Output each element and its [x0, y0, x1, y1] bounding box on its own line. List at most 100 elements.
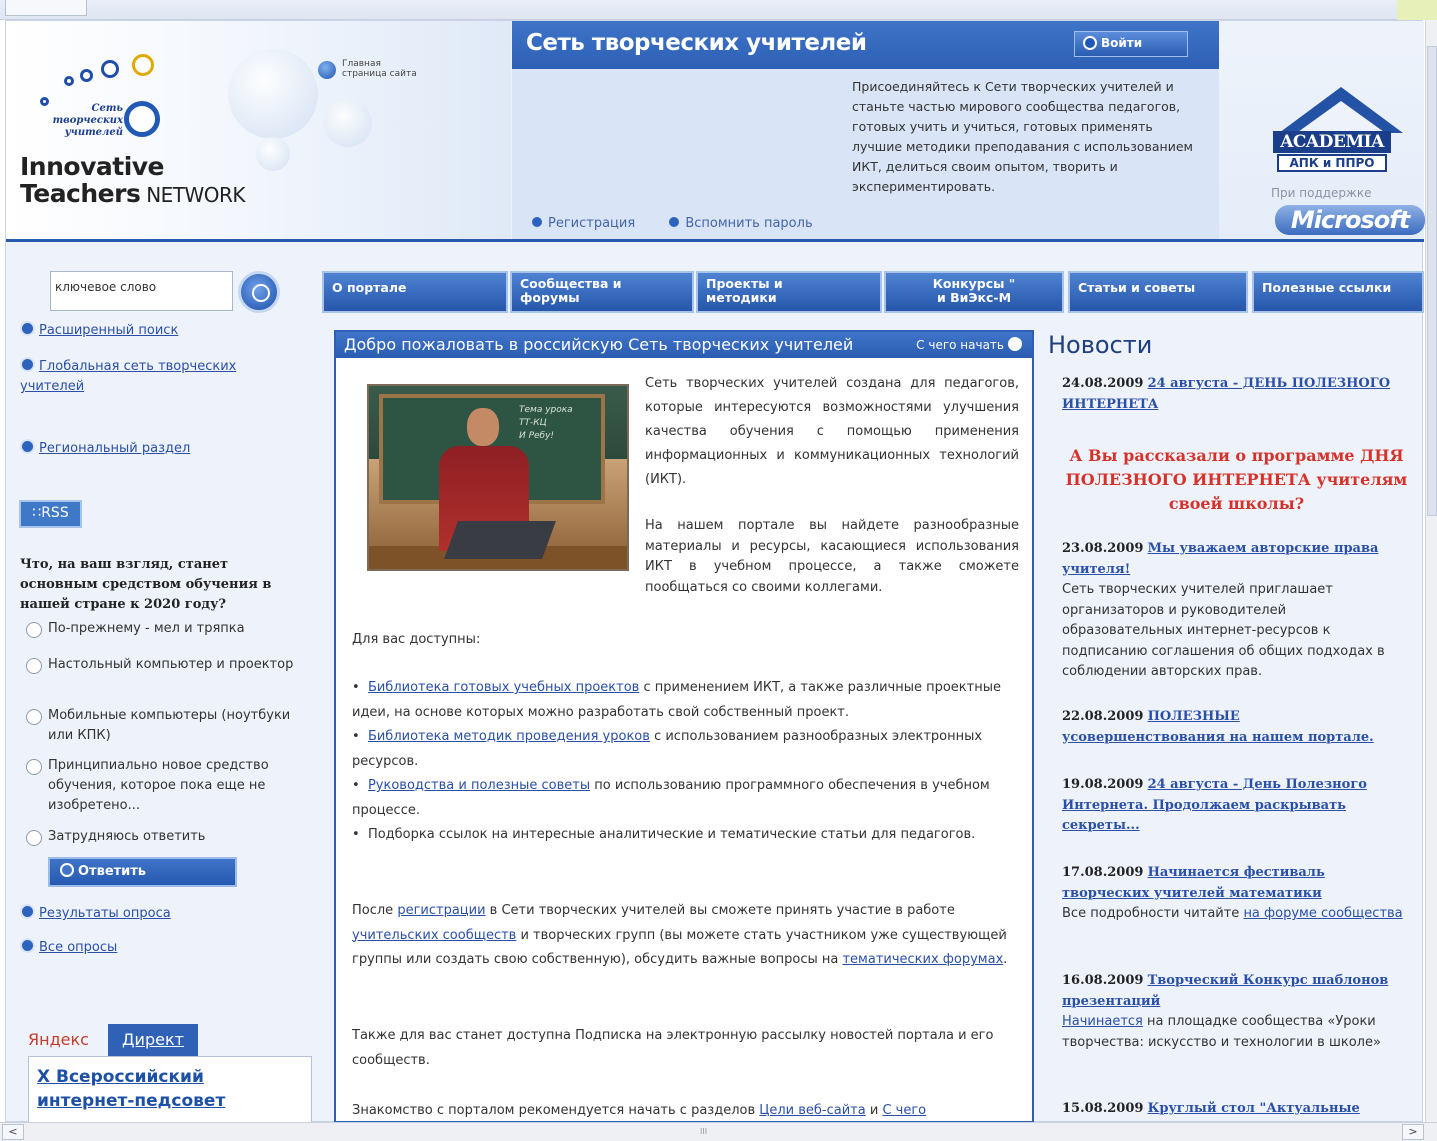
- projects-library-link[interactable]: Библиотека готовых учебных проектов: [368, 680, 639, 695]
- browser-corner: [1397, 0, 1437, 20]
- poll-option[interactable]: По-прежнему - мел и тряпка: [26, 619, 311, 639]
- bullet-icon: [530, 215, 544, 229]
- scroll-grip-icon: III: [700, 1127, 708, 1136]
- poll-option[interactable]: Затрудняюсь ответить: [26, 827, 311, 847]
- news-title: Новости: [1048, 331, 1153, 359]
- search-button[interactable]: [238, 271, 280, 313]
- nav-contests[interactable]: Конкурсы " и ВиЭкс-М: [884, 271, 1064, 313]
- header-partners: ACADEMIA АПК и ППРО При поддержке Micros…: [1219, 21, 1425, 239]
- decor-bubble: [228, 49, 318, 139]
- bullet-icon: [20, 439, 35, 454]
- browser-tab[interactable]: [5, 0, 87, 16]
- communities-link[interactable]: учительских сообществ: [352, 928, 516, 943]
- where-to-start-link[interactable]: С чего: [882, 1103, 926, 1118]
- login-button[interactable]: Войти: [1074, 31, 1188, 57]
- arrow-icon: [1008, 337, 1022, 351]
- list-item: • Руководства и полезные советы по испол…: [352, 778, 990, 818]
- news-item: 23.08.2009 Мы уважаем авторские права уч…: [1062, 541, 1385, 679]
- header-title-bar: Сеть творческих учителей Войти: [512, 21, 1219, 69]
- rss-button[interactable]: ∷RSS: [19, 500, 82, 528]
- bullet-icon: [667, 215, 682, 229]
- horizontal-scrollbar[interactable]: < III >: [0, 1122, 1437, 1141]
- bullet-icon: [20, 357, 35, 372]
- ad-link[interactable]: интернет-педсовет: [37, 1089, 303, 1113]
- welcome-paragraph: Сеть творческих учителей создана для пед…: [645, 376, 1019, 487]
- header-divider: [6, 239, 1424, 242]
- poll-option[interactable]: Настольный компьютер и проектор: [26, 655, 311, 675]
- remind-password-link[interactable]: Вспомнить пароль: [667, 215, 826, 231]
- start-link[interactable]: С чего начать: [916, 337, 1022, 352]
- news-item: 19.08.2009 24 августа - День Полезного И…: [1062, 777, 1367, 833]
- decor-bubble: [256, 137, 290, 171]
- nav-articles[interactable]: Статьи и советы: [1068, 271, 1248, 313]
- advanced-search-link[interactable]: Расширенный поиск: [20, 321, 178, 341]
- welcome-title-bar: Добро пожаловать в российскую Сеть творч…: [336, 332, 1032, 358]
- radio-button[interactable]: [26, 759, 42, 775]
- poll-option[interactable]: Принципиально новое средство обучения, к…: [26, 756, 311, 816]
- yandex-label[interactable]: Яндекс: [28, 1030, 89, 1049]
- site-goals-link[interactable]: Цели веб-сайта: [759, 1103, 865, 1118]
- global-network-link[interactable]: Глобальная сеть творческих учителей: [20, 357, 280, 397]
- apk-logo: АПК и ППРО: [1277, 154, 1387, 172]
- header-intro: Присоединяйтесь к Сети творческих учител…: [852, 79, 1193, 194]
- answer-button[interactable]: Ответить: [48, 857, 237, 887]
- news-item: 22.08.2009 ПОЛЕЗНЫЕ усовершенствования н…: [1062, 709, 1374, 745]
- login-icon: [1083, 36, 1097, 50]
- radio-button[interactable]: [26, 622, 42, 638]
- home-globe-icon: [318, 61, 336, 79]
- scroll-right-icon[interactable]: >: [1402, 1124, 1424, 1140]
- news-item: 16.08.2009 Творческий Конкурс шаблонов п…: [1062, 973, 1389, 1050]
- methods-library-link[interactable]: Библиотека методик проведения уроков: [368, 729, 650, 744]
- register-link[interactable]: Регистрация: [530, 215, 649, 231]
- guides-link[interactable]: Руководства и полезные советы: [368, 778, 590, 793]
- microsoft-logo[interactable]: Microsoft: [1275, 205, 1425, 235]
- yandex-direct-header: Яндекс Директ: [28, 1024, 312, 1056]
- welcome-paragraph: На нашем портале вы найдете разнообразны…: [645, 518, 1019, 595]
- direct-label[interactable]: Директ: [108, 1024, 198, 1056]
- nav-projects[interactable]: Проекты и методики: [696, 271, 882, 313]
- poll-results-link[interactable]: Результаты опроса: [20, 904, 171, 924]
- logo-text: Сеть творческих учителей: [52, 103, 123, 138]
- browser-top-strip: [0, 0, 1437, 20]
- search-input[interactable]: ключевое слово: [50, 271, 233, 311]
- nav-links[interactable]: Полезные ссылки: [1252, 271, 1424, 313]
- scrollbar-thumb[interactable]: [1427, 46, 1437, 516]
- header-main: Сеть творческих учителей Войти Присоедин…: [512, 21, 1219, 239]
- poll-question: Что, на ваш взгляд, станет основным сред…: [20, 557, 272, 612]
- radio-button[interactable]: [26, 709, 42, 725]
- header-links: Регистрация Вспомнить пароль: [530, 215, 841, 231]
- academia-logo[interactable]: ACADEMIA: [1273, 131, 1391, 153]
- scroll-left-icon[interactable]: <: [2, 1124, 24, 1140]
- vertical-scrollbar[interactable]: [1425, 20, 1437, 1122]
- list-item: • Библиотека методик проведения уроков с…: [352, 729, 983, 769]
- regional-section-link[interactable]: Региональный раздел: [20, 439, 190, 459]
- radio-button[interactable]: [26, 658, 42, 674]
- teacher-head: [467, 408, 499, 446]
- subscribe-text: Также для вас станет доступна Подписка н…: [352, 1028, 994, 1068]
- forum-link[interactable]: на форуме сообщества: [1243, 906, 1402, 921]
- forums-link[interactable]: тематических форумах: [842, 952, 1003, 967]
- header-logo-area: Сеть творческих учителей Innovative Teac…: [6, 21, 511, 239]
- list-item: • Библиотека готовых учебных проектов с …: [352, 680, 1001, 720]
- page: Сеть творческих учителей Innovative Teac…: [5, 20, 1425, 1126]
- ad-link[interactable]: X Всероссийский: [37, 1065, 303, 1089]
- news-item: 24.08.2009 24 августа - ДЕНЬ ПОЛЕЗНОГО И…: [1062, 376, 1391, 412]
- laptop: [444, 521, 556, 559]
- news-link[interactable]: Круглый стол "Актуальные: [1148, 1101, 1360, 1116]
- nav-about[interactable]: О портале: [322, 271, 508, 313]
- intro-text: Знакомство с порталом рекомендуется нача…: [352, 1103, 927, 1118]
- all-polls-link[interactable]: Все опросы: [20, 938, 117, 958]
- poll-option[interactable]: Мобильные компьютеры (ноутбуки или КПК): [26, 706, 311, 746]
- registration-link[interactable]: регистрации: [397, 903, 485, 918]
- welcome-title: Добро пожаловать в российскую Сеть творч…: [344, 335, 854, 354]
- news-inline-link[interactable]: Начинается: [1062, 1014, 1143, 1029]
- logo-ring-icon: [124, 101, 160, 137]
- available-heading: Для вас доступны:: [352, 632, 481, 647]
- radio-button[interactable]: [26, 830, 42, 846]
- bullet-icon: [20, 904, 35, 919]
- welcome-panel: Добро пожаловать в российскую Сеть творч…: [334, 330, 1034, 1123]
- news-item: 17.08.2009 Начинается фестиваль творческ…: [1062, 865, 1403, 921]
- nav-communities[interactable]: Сообщества и форумы: [510, 271, 694, 313]
- bullet-icon: [20, 938, 35, 953]
- teacher-photo: Тема урока ТТ-КЦ И Ребу!: [367, 384, 629, 571]
